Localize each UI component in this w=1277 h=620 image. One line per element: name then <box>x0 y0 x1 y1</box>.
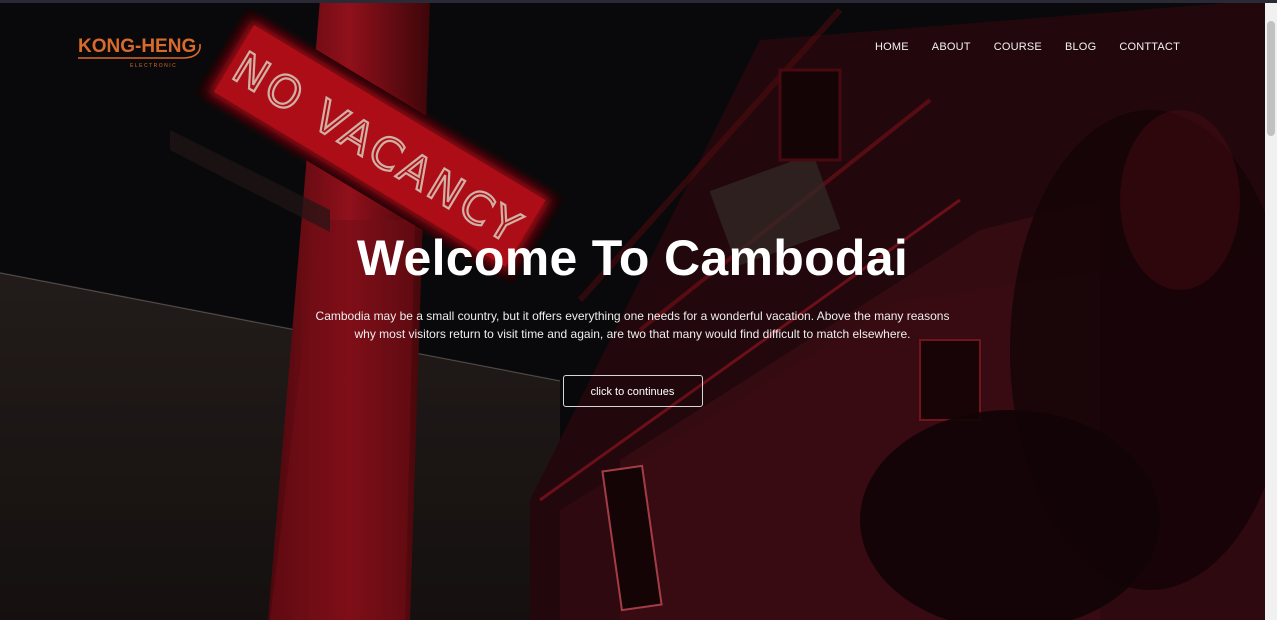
scrollbar-thumb[interactable] <box>1267 21 1275 136</box>
nav-home[interactable]: HOME <box>875 41 909 53</box>
page-scrollbar[interactable] <box>1265 3 1277 620</box>
browser-top-border <box>0 0 1277 3</box>
continue-button[interactable]: click to continues <box>562 375 703 407</box>
hero-description: Cambodia may be a small country, but it … <box>315 309 950 341</box>
hero-title: Welcome To Cambodai <box>356 230 909 286</box>
main-nav: HOME ABOUT COURSE BLOG CONTTACT <box>875 41 1180 53</box>
brand-logo[interactable]: KONG-HENG ELECTRONIC <box>78 28 208 70</box>
nav-about[interactable]: ABOUT <box>932 41 971 53</box>
hero-content: Welcome To Cambodai Cambodia may be a sm… <box>0 226 1265 407</box>
nav-course[interactable]: COURSE <box>994 41 1042 53</box>
logo-graphic: KONG-HENG ELECTRONIC <box>78 36 201 69</box>
nav-contact[interactable]: CONTTACT <box>1119 41 1180 53</box>
page: NO VACANCY KONG-HENG ELECTRONIC HOME ABO… <box>0 0 1277 620</box>
svg-text:KONG-HENG: KONG-HENG <box>78 36 196 57</box>
nav-blog[interactable]: BLOG <box>1065 41 1096 53</box>
svg-text:ELECTRONIC: ELECTRONIC <box>130 63 177 69</box>
